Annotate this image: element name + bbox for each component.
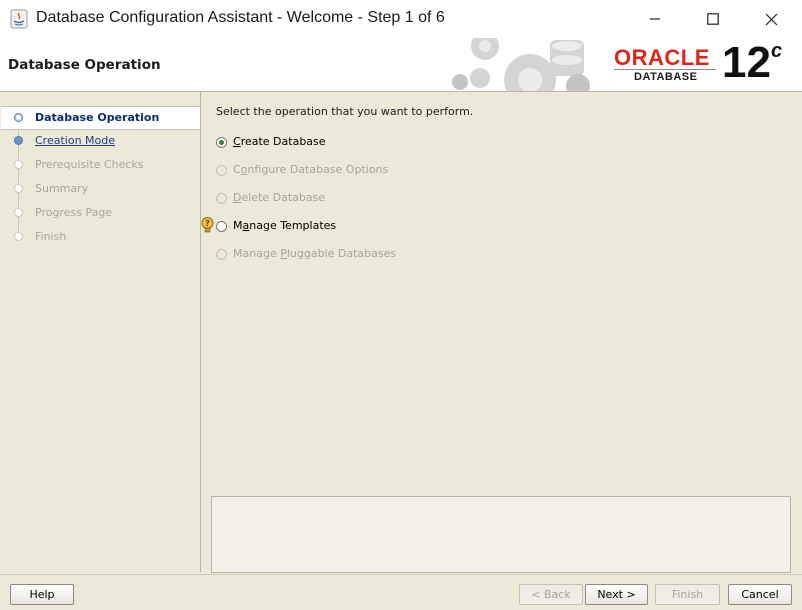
radio-button[interactable] bbox=[216, 221, 227, 232]
maximize-icon bbox=[707, 13, 719, 25]
lightbulb-hint-icon: ? bbox=[201, 217, 214, 233]
description-panel bbox=[211, 496, 791, 573]
step-database-operation[interactable]: Database Operation bbox=[1, 106, 200, 130]
step-pending-icon bbox=[14, 232, 23, 241]
version-label: 12c bbox=[722, 38, 783, 87]
help-button[interactable]: Help bbox=[10, 584, 74, 605]
step-current-icon bbox=[14, 113, 23, 122]
finish-button: Finish bbox=[655, 584, 720, 605]
option-manage-templates[interactable]: Manage Templates bbox=[216, 219, 416, 237]
back-button: < Back bbox=[519, 584, 583, 605]
option-configure-database-options: Configure Database Options bbox=[216, 163, 416, 181]
radio-button bbox=[216, 249, 227, 260]
close-icon bbox=[765, 13, 777, 25]
minimize-icon bbox=[650, 18, 660, 20]
step-next-icon bbox=[14, 136, 23, 145]
minimize-button[interactable] bbox=[626, 0, 684, 38]
step-creation-mode[interactable]: Creation Mode bbox=[1, 130, 200, 152]
page-title: Database Operation bbox=[8, 57, 161, 73]
cancel-button[interactable]: Cancel bbox=[728, 584, 792, 605]
step-pending-icon bbox=[14, 208, 23, 217]
step-pending-icon bbox=[14, 160, 23, 169]
oracle-logo: ORACLE bbox=[614, 45, 710, 70]
step-prerequisite-checks: Prerequisite Checks bbox=[1, 154, 200, 176]
close-button[interactable] bbox=[742, 0, 800, 38]
logo-divider bbox=[614, 69, 716, 70]
radio-button bbox=[216, 165, 227, 176]
step-summary: Summary bbox=[1, 178, 200, 200]
option-create-database[interactable]: Create Database bbox=[216, 135, 416, 153]
step-pending-icon bbox=[14, 184, 23, 193]
title-bar: Database Configuration Assistant - Welco… bbox=[0, 0, 802, 38]
step-progress-page: Progress Page bbox=[1, 202, 200, 224]
bottom-separator bbox=[0, 574, 802, 575]
svg-text:?: ? bbox=[205, 219, 210, 228]
window-title: Database Configuration Assistant - Welco… bbox=[36, 9, 445, 26]
radio-button[interactable] bbox=[216, 137, 227, 148]
option-delete-database: Delete Database bbox=[216, 191, 416, 209]
java-app-icon bbox=[10, 9, 28, 29]
next-button[interactable]: Next > bbox=[585, 584, 648, 605]
operation-prompt: Select the operation that you want to pe… bbox=[216, 105, 474, 118]
step-finish: Finish bbox=[1, 226, 200, 248]
header-banner: Database Operation ORACLE DATABASE 12c bbox=[0, 38, 802, 92]
gears-database-graphic-icon bbox=[452, 38, 590, 91]
maximize-button[interactable] bbox=[684, 0, 742, 38]
option-manage-pluggable-databases: Manage Pluggable Databases bbox=[216, 247, 456, 265]
radio-button bbox=[216, 193, 227, 204]
oracle-database-label: DATABASE bbox=[634, 71, 698, 83]
